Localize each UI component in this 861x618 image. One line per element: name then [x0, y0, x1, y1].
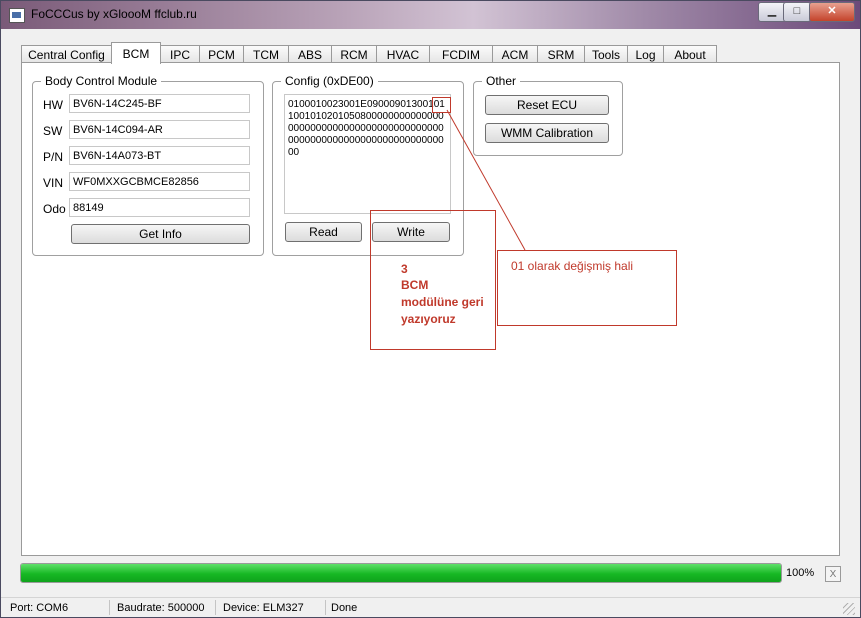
status-state: Done: [331, 602, 358, 614]
status-separator: [215, 600, 216, 615]
annotation-step-line1: BCM: [401, 278, 429, 292]
app-window: FoCCCus by xGloooM ffclub.ru ▁ □ ✕ Centr…: [0, 0, 861, 618]
status-separator: [325, 600, 326, 615]
annotation-changed-text: 01 olarak değişmiş hali: [511, 259, 634, 273]
annotation-step-line2: modülüne geri: [401, 295, 484, 309]
status-bar: Port: COM6 Baudrate: 500000 Device: ELM3…: [1, 597, 860, 617]
status-baudrate: Baudrate: 500000: [117, 602, 205, 614]
cancel-button[interactable]: X: [825, 566, 841, 582]
tab-bcm[interactable]: BCM: [111, 42, 161, 64]
status-separator: [109, 600, 110, 615]
progress-percent: 100%: [786, 567, 815, 579]
status-port: Port: COM6: [10, 602, 69, 614]
annotation-step-line3: yazıyoruz: [401, 312, 456, 326]
annotation-box-write: [370, 210, 496, 350]
progress-fill: [21, 564, 781, 582]
resize-grip[interactable]: [843, 603, 855, 615]
status-device: Device: ELM327: [223, 602, 304, 614]
progress-bar: [20, 563, 782, 583]
annotation-step-num: 3: [401, 262, 408, 276]
